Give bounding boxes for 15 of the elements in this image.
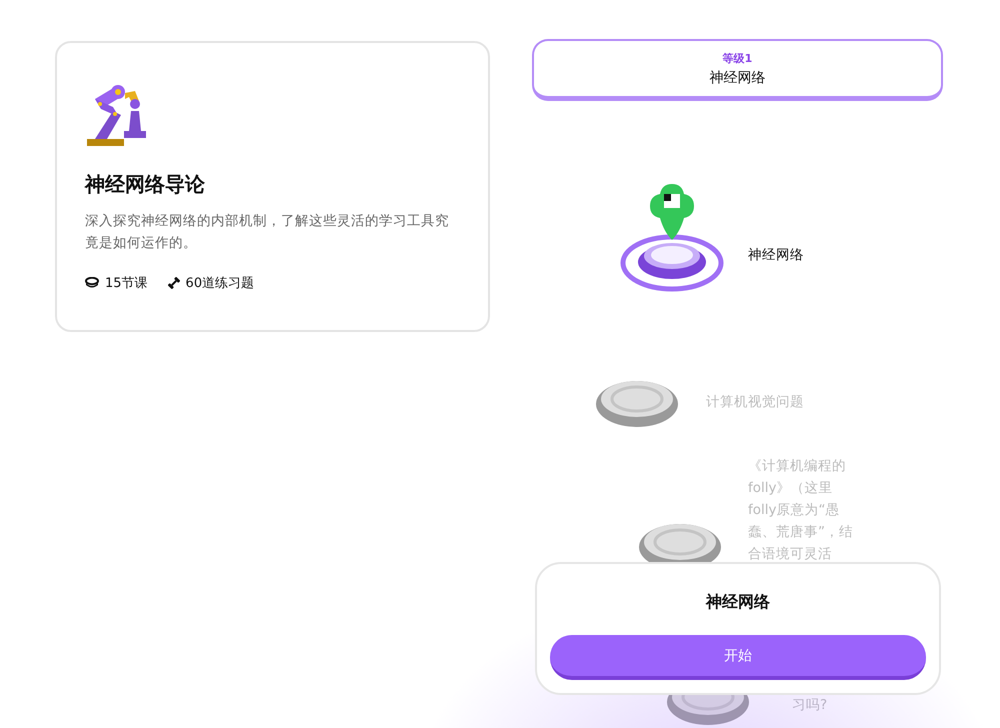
level-title: 神经网络 [710, 68, 766, 86]
popup-title: 神经网络 [706, 592, 770, 613]
course-description: 深入探究神经网络的内部机制，了解这些灵活的学习工具究竟是如何运作的。 [85, 212, 450, 253]
course-title: 神经网络导论 [85, 171, 206, 198]
lesson-count: 15节课 [105, 275, 148, 292]
start-button[interactable]: 开始 [550, 635, 926, 680]
lesson-label: 计算机视觉问题 [706, 393, 805, 412]
stack-icon [85, 277, 99, 289]
lesson-label: 《计算机编程的folly》（这里folly原意为“愚蠢、荒唐事”，结合语境可灵活 [748, 457, 854, 564]
lesson-label: 神经网络 [748, 246, 805, 265]
course-card[interactable]: 神经网络导论 深入探究神经网络的内部机制，了解这些灵活的学习工具究竟是如何运作的。 15节课 60道练习题 [55, 41, 490, 332]
lesson-label: 习吗? [792, 696, 828, 715]
level-label: 等级1 [722, 50, 752, 66]
dumbbell-icon [168, 277, 180, 289]
exercise-count: 60道练习题 [186, 275, 254, 292]
